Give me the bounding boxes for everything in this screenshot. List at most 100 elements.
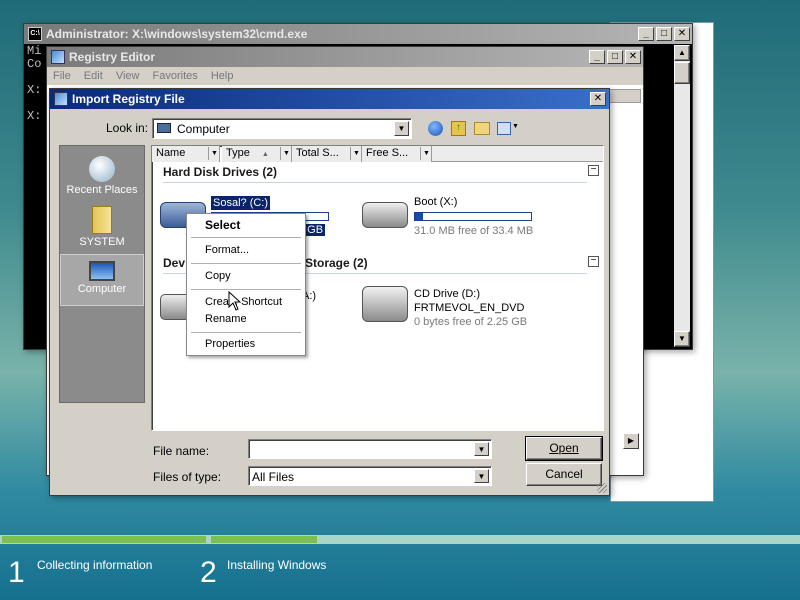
chevron-down-icon[interactable]: ▼ <box>474 442 489 456</box>
open-button-label: Open <box>549 441 579 455</box>
menu-item-create-shortcut[interactable]: Create Shortcut <box>205 296 282 308</box>
group-hard-disk-drives: Hard Disk Drives (2) <box>163 165 278 179</box>
context-menu[interactable]: Select Format... Copy Create Shortcut Re… <box>186 213 306 356</box>
chevron-down-icon[interactable]: ▼ <box>280 147 292 160</box>
menu-edit[interactable]: Edit <box>84 70 103 82</box>
computer-icon <box>157 123 171 133</box>
regedit-titlebar[interactable]: Registry Editor <box>47 47 643 67</box>
mouse-cursor-icon <box>228 291 242 311</box>
step-label: Installing Windows <box>227 558 327 572</box>
regedit-minimize-button[interactable]: _ <box>589 50 605 64</box>
chevron-down-icon[interactable]: ▼ <box>394 121 409 136</box>
user-folder-icon <box>92 206 112 234</box>
up-folder-icon[interactable]: ↑ <box>451 121 466 136</box>
views-dropdown-icon[interactable]: ▼ <box>512 123 519 130</box>
cmd-scrollbar[interactable]: ▲ ▼ <box>674 45 690 347</box>
menu-separator <box>191 237 301 238</box>
step-label: Collecting information <box>37 558 153 572</box>
places-label: Computer <box>77 283 127 295</box>
menu-separator <box>191 289 301 290</box>
recent-places-icon <box>89 156 115 182</box>
menu-file[interactable]: File <box>53 70 71 82</box>
chevron-down-icon[interactable]: ▼ <box>350 147 362 160</box>
regedit-icon <box>54 92 68 106</box>
look-in-value: Computer <box>177 122 230 136</box>
cancel-button-label: Cancel <box>545 467 583 481</box>
setup-progress-track <box>0 535 800 544</box>
menu-favorites[interactable]: Favorites <box>153 70 198 82</box>
file-name-input[interactable]: ▼ <box>248 439 492 459</box>
file-type-label: Files of type: <box>153 470 222 484</box>
resize-grip-icon[interactable] <box>597 483 607 493</box>
dialog-close-button[interactable]: ✕ <box>590 92 606 106</box>
step2-progress-fill <box>211 536 317 543</box>
scroll-up-arrow[interactable]: ▲ <box>674 45 690 61</box>
step-number: 2 <box>200 556 217 589</box>
file-type-select[interactable]: All Files ▼ <box>248 466 492 486</box>
drive-d-size: 0 bytes free of 2.25 GB <box>414 316 528 328</box>
cmd-close-button[interactable]: ✕ <box>674 27 690 41</box>
cd-drive-icon[interactable] <box>362 286 408 322</box>
menu-separator <box>191 332 301 333</box>
step1-progress-track <box>2 536 206 543</box>
places-computer[interactable]: Computer <box>60 254 144 306</box>
menu-item-rename[interactable]: Rename <box>205 313 247 325</box>
column-free-space-label: Free S... <box>366 147 409 159</box>
drive-x-name[interactable]: Boot (X:) <box>414 196 457 208</box>
collapse-icon[interactable]: − <box>588 165 599 176</box>
cmd-maximize-button[interactable]: □ <box>656 27 672 41</box>
regedit-close-button[interactable]: ✕ <box>625 50 641 64</box>
places-label: SYSTEM <box>79 236 125 248</box>
collapse-icon[interactable]: − <box>588 256 599 267</box>
import-dialog[interactable]: Import Registry File ✕ Look in: Computer… <box>49 88 610 496</box>
regedit-column-header <box>607 89 641 103</box>
views-menu-icon[interactable] <box>497 122 511 135</box>
places-bar: Recent Places SYSTEM Computer <box>59 145 145 403</box>
step2-progress-track <box>211 536 798 543</box>
regedit-maximize-button[interactable]: □ <box>607 50 623 64</box>
places-system[interactable]: SYSTEM <box>60 204 144 254</box>
cmd-minimize-button[interactable]: _ <box>638 27 654 41</box>
new-folder-icon[interactable] <box>474 122 490 135</box>
menu-item-format[interactable]: Format... <box>205 244 249 256</box>
menu-view[interactable]: View <box>116 70 140 82</box>
column-name-label: Name <box>156 147 186 159</box>
chevron-down-icon[interactable]: ▼ <box>474 469 489 483</box>
back-icon[interactable] <box>428 121 443 136</box>
look-in-combo[interactable]: Computer ▼ <box>152 118 412 139</box>
cmd-title: Administrator: X:\windows\system32\cmd.e… <box>46 27 308 41</box>
step-number: 1 <box>8 556 25 589</box>
regedit-menubar: File Edit View Favorites Help <box>47 67 643 85</box>
drive-x-size: 31.0 MB free of 33.4 MB <box>414 225 534 237</box>
cmd-icon: C:\ <box>28 27 42 41</box>
step1-progress-fill <box>2 536 206 543</box>
drive-x-usage-fill <box>415 213 424 220</box>
chevron-down-icon[interactable]: ▼ <box>208 147 220 160</box>
menu-item-select[interactable]: Select <box>205 218 240 232</box>
cmd-text-area: Mi Co X: X: <box>27 45 41 123</box>
computer-icon <box>89 261 115 281</box>
drive-d-name[interactable]: CD Drive (D:) <box>414 288 480 300</box>
dialog-titlebar[interactable]: Import Registry File <box>50 89 609 109</box>
menu-item-properties[interactable]: Properties <box>205 338 255 350</box>
places-recent[interactable]: Recent Places <box>60 152 144 202</box>
cmd-line: X: <box>27 83 42 97</box>
regedit-icon <box>51 50 65 64</box>
drive-x-icon[interactable] <box>362 202 408 228</box>
cmd-titlebar[interactable]: C:\ Administrator: X:\windows\system32\c… <box>24 24 692 44</box>
cancel-button[interactable]: Cancel <box>526 463 602 486</box>
open-button[interactable]: Open <box>525 436 603 461</box>
group-divider <box>163 182 587 183</box>
scroll-thumb[interactable] <box>674 62 690 84</box>
regedit-hscroll-right-arrow[interactable]: ▶ <box>623 433 639 449</box>
drive-c-name[interactable]: Sosal? (C:) <box>209 195 272 211</box>
drive-d-label: FRTMEVOL_EN_DVD <box>414 302 525 314</box>
menu-item-copy[interactable]: Copy <box>205 270 231 282</box>
group-removable-storage-end: Storage (2) <box>305 256 368 270</box>
cmd-line: X: <box>27 109 42 123</box>
scroll-down-arrow[interactable]: ▼ <box>674 331 690 347</box>
chevron-down-icon[interactable]: ▼ <box>420 147 432 160</box>
regedit-title: Registry Editor <box>69 50 156 64</box>
menu-help[interactable]: Help <box>211 70 234 82</box>
column-type-label: Type <box>226 147 250 159</box>
